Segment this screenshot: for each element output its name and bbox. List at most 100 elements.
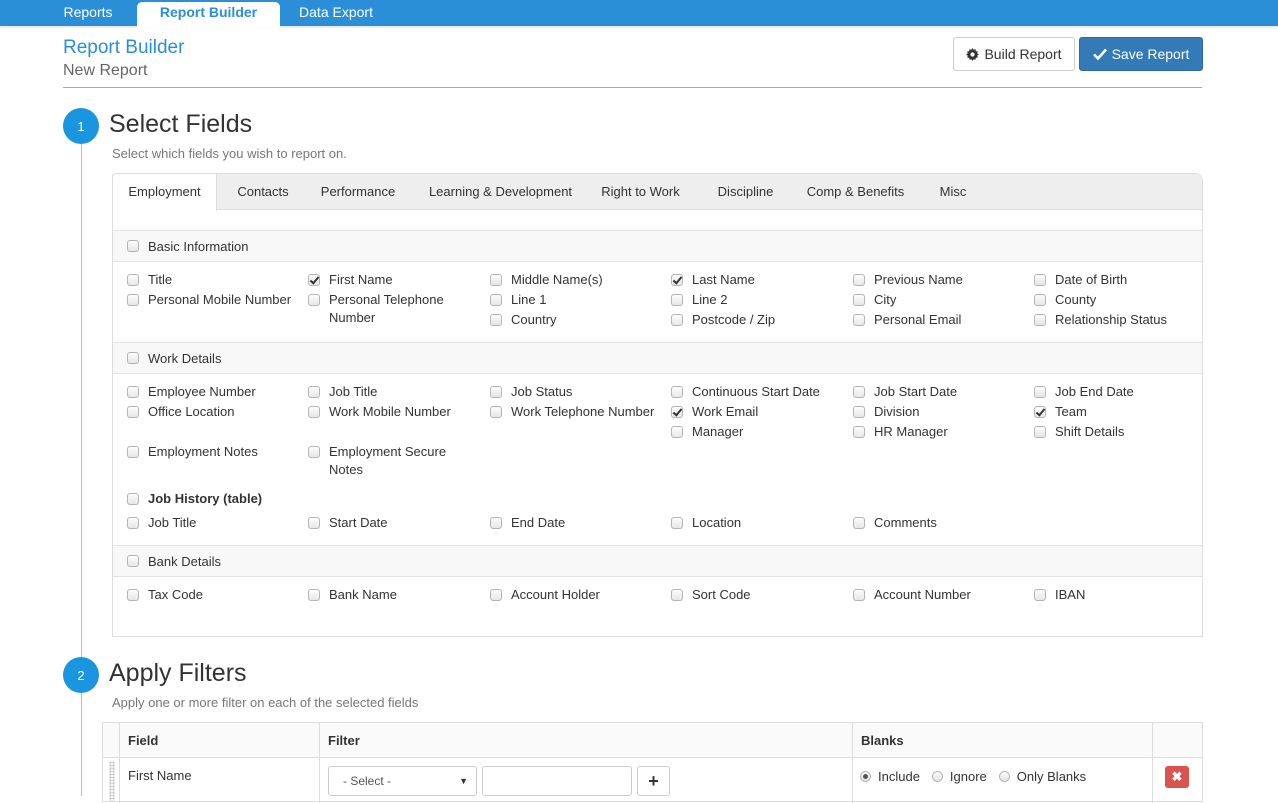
- tab-learning-development[interactable]: Learning & Development: [418, 174, 583, 210]
- section-checkbox[interactable]: [127, 555, 139, 567]
- field-option[interactable]: Line 1: [490, 291, 660, 309]
- checkbox[interactable]: [853, 314, 865, 326]
- checkbox[interactable]: [671, 589, 683, 601]
- radio-include[interactable]: Include: [860, 769, 920, 784]
- checkbox[interactable]: [671, 517, 683, 529]
- section-bank-details[interactable]: Bank Details: [113, 545, 1202, 577]
- checkbox[interactable]: [1034, 294, 1046, 306]
- checkbox[interactable]: [490, 294, 502, 306]
- field-option[interactable]: Personal Mobile Number: [127, 291, 297, 309]
- filter-value-input[interactable]: [482, 766, 632, 796]
- checkbox[interactable]: [1034, 314, 1046, 326]
- checkbox[interactable]: [1034, 589, 1046, 601]
- field-option[interactable]: Employee Number: [127, 383, 297, 401]
- field-option[interactable]: Office Location: [127, 403, 297, 421]
- filter-operator-select[interactable]: - Select - ▼: [328, 766, 477, 796]
- checkbox[interactable]: [671, 314, 683, 326]
- nav-tab-data-export[interactable]: Data Export: [288, 0, 384, 26]
- field-option[interactable]: Postcode / Zip: [671, 311, 841, 329]
- checkbox[interactable]: [490, 274, 502, 286]
- field-option[interactable]: County: [1034, 291, 1204, 309]
- field-option[interactable]: Personal Email: [853, 311, 1023, 329]
- tab-comp-benefits[interactable]: Comp & Benefits: [798, 174, 913, 210]
- checkbox[interactable]: [853, 294, 865, 306]
- tab-discipline[interactable]: Discipline: [708, 174, 783, 210]
- checkbox[interactable]: [308, 294, 320, 306]
- checkbox[interactable]: [853, 274, 865, 286]
- field-option[interactable]: Sort Code: [671, 586, 841, 604]
- field-option[interactable]: Work Telephone Number: [490, 403, 660, 421]
- section-checkbox[interactable]: [127, 240, 139, 252]
- field-option[interactable]: City: [853, 291, 1023, 309]
- field-option[interactable]: Manager: [671, 423, 841, 441]
- field-option[interactable]: Work Email: [671, 403, 841, 421]
- checkbox[interactable]: [127, 493, 139, 505]
- field-option[interactable]: Employment Notes: [127, 443, 297, 461]
- checkbox[interactable]: [127, 294, 139, 306]
- field-option[interactable]: Continuous Start Date: [671, 383, 841, 401]
- field-option[interactable]: Date of Birth: [1034, 271, 1204, 289]
- tab-contacts[interactable]: Contacts: [223, 174, 303, 210]
- checkbox[interactable]: [308, 406, 320, 418]
- section-work-details[interactable]: Work Details: [113, 342, 1202, 374]
- checkbox[interactable]: [308, 386, 320, 398]
- checkbox[interactable]: [308, 517, 320, 529]
- tab-performance[interactable]: Performance: [311, 174, 405, 210]
- checkbox[interactable]: [1034, 426, 1046, 438]
- field-option[interactable]: Account Holder: [490, 586, 660, 604]
- field-option[interactable]: Division: [853, 403, 1023, 421]
- checkbox[interactable]: [308, 274, 320, 286]
- checkbox[interactable]: [853, 386, 865, 398]
- field-option[interactable]: End Date: [490, 514, 660, 532]
- checkbox[interactable]: [490, 517, 502, 529]
- checkbox[interactable]: [490, 406, 502, 418]
- add-filter-button[interactable]: +: [637, 766, 670, 796]
- field-option[interactable]: Job Title: [308, 383, 478, 401]
- field-option[interactable]: Job Title: [127, 514, 297, 532]
- field-option[interactable]: IBAN: [1034, 586, 1204, 604]
- checkbox[interactable]: [1034, 406, 1046, 418]
- checkbox[interactable]: [308, 589, 320, 601]
- field-option[interactable]: Start Date: [308, 514, 478, 532]
- field-option[interactable]: Employment Secure Notes: [308, 443, 478, 479]
- checkbox[interactable]: [853, 517, 865, 529]
- field-option[interactable]: Title: [127, 271, 297, 289]
- drag-handle-icon[interactable]: [109, 761, 115, 801]
- field-option[interactable]: Previous Name: [853, 271, 1023, 289]
- checkbox[interactable]: [671, 386, 683, 398]
- checkbox[interactable]: [127, 446, 139, 458]
- checkbox[interactable]: [671, 294, 683, 306]
- checkbox[interactable]: [1034, 274, 1046, 286]
- checkbox[interactable]: [1034, 386, 1046, 398]
- nav-tab-report-builder[interactable]: Report Builder: [137, 2, 280, 28]
- field-option[interactable]: Job End Date: [1034, 383, 1204, 401]
- radio-only-blanks[interactable]: Only Blanks: [998, 769, 1086, 784]
- save-report-button[interactable]: Save Report: [1079, 37, 1203, 71]
- field-option[interactable]: Job Status: [490, 383, 660, 401]
- field-option[interactable]: Line 2: [671, 291, 841, 309]
- field-option[interactable]: Job Start Date: [853, 383, 1023, 401]
- field-option[interactable]: Tax Code: [127, 586, 297, 604]
- field-option[interactable]: Work Mobile Number: [308, 403, 478, 421]
- delete-filter-button[interactable]: ✖: [1165, 766, 1189, 788]
- tab-employment[interactable]: Employment: [113, 174, 217, 211]
- checkbox[interactable]: [853, 426, 865, 438]
- field-option[interactable]: Relationship Status: [1034, 311, 1204, 329]
- checkbox[interactable]: [490, 589, 502, 601]
- checkbox[interactable]: [853, 589, 865, 601]
- checkbox[interactable]: [127, 274, 139, 286]
- radio-button[interactable]: [931, 771, 943, 782]
- radio-button[interactable]: [860, 771, 871, 782]
- field-option[interactable]: Comments: [853, 514, 1023, 532]
- field-option[interactable]: First Name: [308, 271, 478, 289]
- field-option[interactable]: Shift Details: [1034, 423, 1204, 441]
- checkbox[interactable]: [127, 406, 139, 418]
- job-history-toggle[interactable]: Job History (table): [127, 490, 297, 508]
- checkbox[interactable]: [127, 386, 139, 398]
- checkbox[interactable]: [671, 426, 683, 438]
- field-option[interactable]: Last Name: [671, 271, 841, 289]
- build-report-button[interactable]: Build Report: [953, 37, 1075, 71]
- nav-tab-reports[interactable]: Reports: [50, 0, 126, 26]
- checkbox[interactable]: [671, 274, 683, 286]
- field-option[interactable]: Middle Name(s): [490, 271, 660, 289]
